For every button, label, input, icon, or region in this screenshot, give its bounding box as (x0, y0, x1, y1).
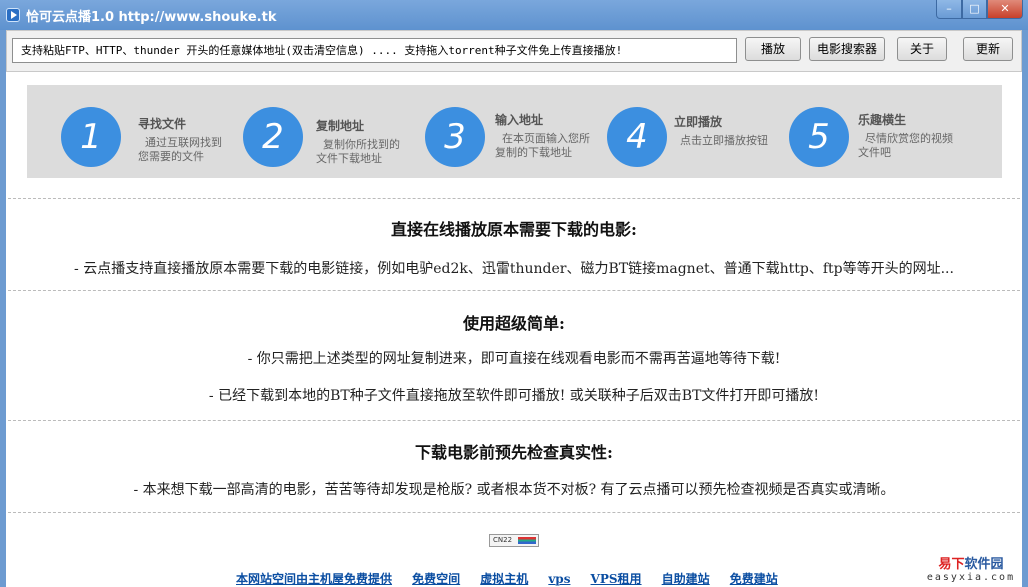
watermark-logo: 易下软件园 easyxia.com (924, 553, 1018, 585)
movie-search-button[interactable]: 电影搜索器 (809, 37, 885, 61)
step-number-circle: 5 (789, 107, 849, 167)
step-title: 立即播放 (674, 115, 723, 129)
update-button[interactable]: 更新 (963, 37, 1013, 61)
step-number-circle: 2 (243, 107, 303, 167)
step-desc: 尽情欣赏您的视频 文件吧 (858, 132, 953, 159)
about-button[interactable]: 关于 (897, 37, 947, 61)
step-desc: 通过互联网找到 您需要的文件 (138, 136, 222, 163)
step-number-circle: 3 (425, 107, 485, 167)
step-desc: 复制你所找到的 文件下载地址 (316, 138, 400, 165)
stats-badge[interactable]: CN22 (489, 534, 539, 547)
step-title: 乐趣横生 (858, 113, 907, 127)
section-heading: 直接在线播放原本需要下载的电影: (391, 220, 637, 239)
divider (8, 420, 1020, 421)
step-1: 1 寻找文件 通过互联网找到 您需要的文件 (61, 85, 241, 178)
app-window: 恰可云点播1.0 http://www.shouke.tk – □ ✕ 支持粘贴… (0, 0, 1028, 587)
step-2: 2 复制地址 复制你所找到的 文件下载地址 (243, 85, 423, 178)
step-title: 输入地址 (495, 113, 544, 127)
watermark-cn: 易下软件园 (938, 557, 1004, 572)
step-title: 复制地址 (316, 119, 365, 133)
url-input[interactable]: 支持粘贴FTP、HTTP、thunder 开头的任意媒体地址(双击清空信息) .… (12, 38, 737, 63)
content-area: 1 寻找文件 通过互联网找到 您需要的文件 2 复制地址 复制你所找到的 文件下… (6, 72, 1022, 587)
toolbar: 支持粘贴FTP、HTTP、thunder 开头的任意媒体地址(双击清空信息) .… (6, 30, 1022, 72)
footer-link-free-build[interactable]: 免费建站 (730, 570, 778, 587)
step-number-circle: 4 (607, 107, 667, 167)
step-desc: 在本页面输入您所 复制的下载地址 (495, 132, 590, 159)
step-4: 4 立即播放 点击立即播放按钮 (607, 85, 787, 178)
divider (8, 198, 1020, 199)
window-title: 恰可云点播1.0 http://www.shouke.tk (26, 10, 277, 25)
section-heading: 使用超级简单: (463, 314, 565, 333)
minimize-button[interactable]: – (936, 0, 962, 19)
section-line: - 你只需把上述类型的网址复制进来，即可直接在线观看电影而不需再苦逼地等待下载! (247, 351, 781, 367)
play-button[interactable]: 播放 (745, 37, 801, 61)
step-title: 寻找文件 (138, 117, 187, 131)
app-play-icon (6, 8, 20, 22)
step-3: 3 输入地址 在本页面输入您所 复制的下载地址 (425, 85, 605, 178)
footer-links: 本网站空间由主机屋免费提供 免费空间 虚拟主机 vps VPS租用 自助建站 免… (236, 568, 793, 587)
section-heading: 下载电影前预先检查真实性: (415, 443, 613, 462)
badge-text: CN22 (493, 536, 513, 544)
footer-link-virtual-host[interactable]: 虚拟主机 (480, 570, 528, 587)
footer-link-free-space[interactable]: 免费空间 (412, 570, 460, 587)
step-5: 5 乐趣横生 尽情欣赏您的视频 文件吧 (789, 85, 999, 178)
steps-banner: 1 寻找文件 通过互联网找到 您需要的文件 2 复制地址 复制你所找到的 文件下… (27, 85, 1002, 178)
section-line: - 本来想下载一部高清的电影，苦苦等待却发现是枪版? 或者根本货不对板? 有了云… (133, 482, 895, 498)
watermark-en: easyxia.com (926, 572, 1016, 583)
title-bar[interactable]: 恰可云点播1.0 http://www.shouke.tk – □ ✕ (0, 0, 1028, 30)
divider (8, 290, 1020, 291)
footer-link-self-build[interactable]: 自助建站 (662, 570, 710, 587)
step-number-circle: 1 (61, 107, 121, 167)
close-button[interactable]: ✕ (987, 0, 1023, 19)
section-line: - 云点播支持直接播放原本需要下载的电影链接，例如电驴ed2k、迅雷thunde… (74, 261, 954, 277)
footer-link-vps[interactable]: vps (548, 572, 570, 586)
divider (8, 512, 1020, 513)
footer-link-host[interactable]: 本网站空间由主机屋免费提供 (236, 570, 392, 587)
badge-bars-icon (518, 537, 536, 544)
step-desc: 点击立即播放按钮 (680, 134, 768, 147)
footer-link-vps-rent[interactable]: VPS租用 (591, 570, 642, 587)
section-line: - 已经下载到本地的BT种子文件直接拖放至软件即可播放! 或关联种子后双击BT文… (208, 388, 820, 404)
maximize-button[interactable]: □ (962, 0, 987, 19)
